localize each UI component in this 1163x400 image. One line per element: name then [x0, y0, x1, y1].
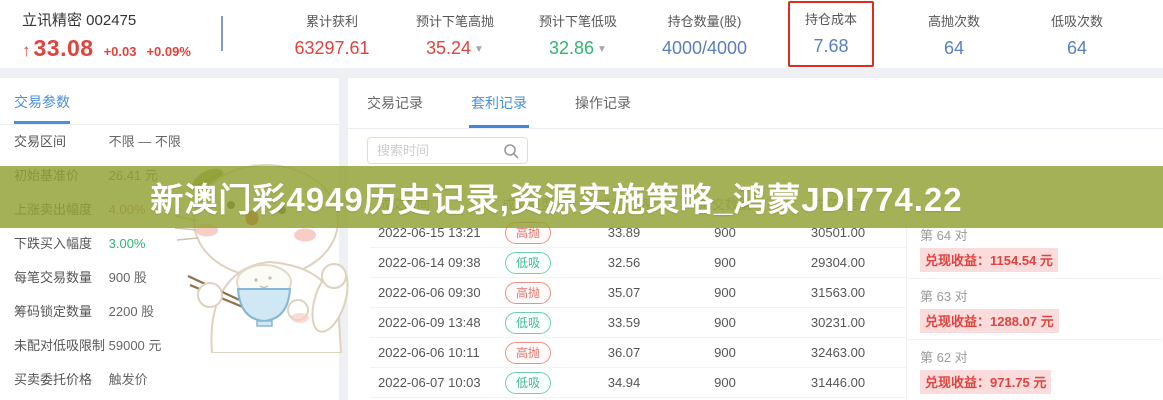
search-time-input[interactable] — [368, 138, 494, 163]
pair-item: 第 63 对 兑现收益：1288.07 元 — [907, 279, 1162, 340]
stat-position-qty: 持仓数量(股) 4000/4000 — [658, 5, 751, 63]
param-row-trade-range: 交易区间 不限 — 不限 — [0, 125, 339, 159]
stat-sell-count: 高抛次数 64 — [911, 5, 997, 63]
overlay-ad-banner[interactable]: 新澳门彩4949历史记录,资源实施策略_鸿蒙JDI774.22 — [0, 166, 1163, 228]
type-badge: 低吸 — [505, 252, 551, 274]
search-icon[interactable] — [503, 143, 519, 159]
header-stats: 累计获利 63297.61 预计下笔高抛 35.24▼ 预计下笔低吸 32.86… — [252, 0, 1157, 68]
stat-next-sell: 预计下笔高抛 35.24▼ — [412, 5, 498, 63]
table-row: 2022-06-06 10:11 高抛 36.07 900 32463.00 — [370, 338, 906, 368]
stat-value: 4000/4000 — [662, 38, 747, 59]
stat-value: 35.24▼ — [416, 38, 494, 59]
tab-trade-records[interactable]: 交易记录 — [365, 93, 425, 128]
price-up-arrow-icon: ↑ — [22, 41, 31, 61]
type-badge: 低吸 — [505, 312, 551, 334]
stat-label: 低吸次数 — [1038, 11, 1116, 30]
table-row: 2022-06-06 09:30 高抛 35.07 900 31563.00 — [370, 278, 906, 308]
stat-label: 持仓数量(股) — [662, 11, 747, 30]
stat-value: 64 — [1038, 38, 1116, 59]
stock-price: 33.08 — [34, 35, 94, 62]
caret-down-icon[interactable]: ▼ — [474, 44, 484, 55]
price-change: +0.03 — [104, 44, 137, 59]
tab-arbitrage-records[interactable]: 套利记录 — [469, 93, 529, 128]
stock-name: 立讯精密 002475 — [22, 9, 191, 30]
stat-buy-count: 低吸次数 64 — [1034, 5, 1120, 63]
stat-value: 7.68 — [800, 36, 862, 57]
stat-label: 预计下笔高抛 — [416, 11, 494, 30]
tab-operation-records[interactable]: 操作记录 — [573, 93, 633, 128]
pair-summary-column: 第 64 对 兑现收益：1154.54 元 第 63 对 兑现收益：1288.0… — [906, 218, 1162, 400]
table-row: 2022-06-09 13:48 低吸 33.59 900 30231.00 — [370, 308, 906, 338]
search-time-box — [367, 137, 528, 164]
param-row-order-price: 买卖委托价格 触发价 — [0, 363, 339, 397]
pair-profit: 兑现收益：1288.07 元 — [920, 309, 1059, 333]
overlay-ad-text[interactable]: 新澳门彩4949历史记录,资源实施策略_鸿蒙JDI774.22 — [150, 173, 962, 221]
type-badge: 高抛 — [505, 342, 551, 364]
record-tabs: 交易记录 套利记录 操作记录 — [348, 78, 1163, 129]
tab-trade-params[interactable]: 交易参数 — [14, 92, 70, 124]
stat-total-profit: 累计获利 63297.61 — [289, 5, 375, 63]
stat-label: 累计获利 — [293, 11, 371, 30]
stat-label: 预计下笔低吸 — [539, 11, 617, 30]
table-row: 2022-06-07 10:03 低吸 34.94 900 31446.00 — [370, 368, 906, 398]
pair-number: 第 64 对 — [920, 227, 1162, 245]
pair-number: 第 63 对 — [920, 288, 1162, 306]
header-divider — [221, 16, 223, 51]
table-row: 2022-06-14 09:38 低吸 32.56 900 29304.00 — [370, 248, 906, 278]
pair-profit: 兑现收益：971.75 元 — [920, 370, 1051, 394]
pair-profit: 兑现收益：1154.54 元 — [920, 248, 1058, 272]
stat-position-cost-highlighted: 持仓成本 7.68 — [788, 1, 874, 67]
stat-value: 32.86▼ — [539, 38, 617, 59]
stat-next-buy: 预计下笔低吸 32.86▼ — [535, 5, 621, 63]
stock-summary: 立讯精密 002475 ↑ 33.08 +0.03 +0.09% — [22, 9, 191, 62]
type-badge: 高抛 — [505, 282, 551, 304]
stat-value: 64 — [915, 38, 993, 59]
stat-label: 持仓成本 — [800, 9, 862, 28]
pair-number: 第 62 对 — [920, 349, 1162, 367]
caret-down-icon[interactable]: ▼ — [597, 44, 607, 55]
top-header: 立讯精密 002475 ↑ 33.08 +0.03 +0.09% 累计获利 63… — [0, 0, 1163, 68]
price-change-pct: +0.09% — [146, 44, 190, 59]
type-badge: 低吸 — [505, 372, 551, 394]
pair-item: 第 62 对 兑现收益：971.75 元 — [907, 340, 1162, 400]
stat-label: 高抛次数 — [915, 11, 993, 30]
records-panel: 交易记录 套利记录 操作记录 成交时间 成交类型 成交价格 成交数量 成交金额 … — [348, 78, 1163, 400]
stat-value: 63297.61 — [293, 38, 371, 59]
